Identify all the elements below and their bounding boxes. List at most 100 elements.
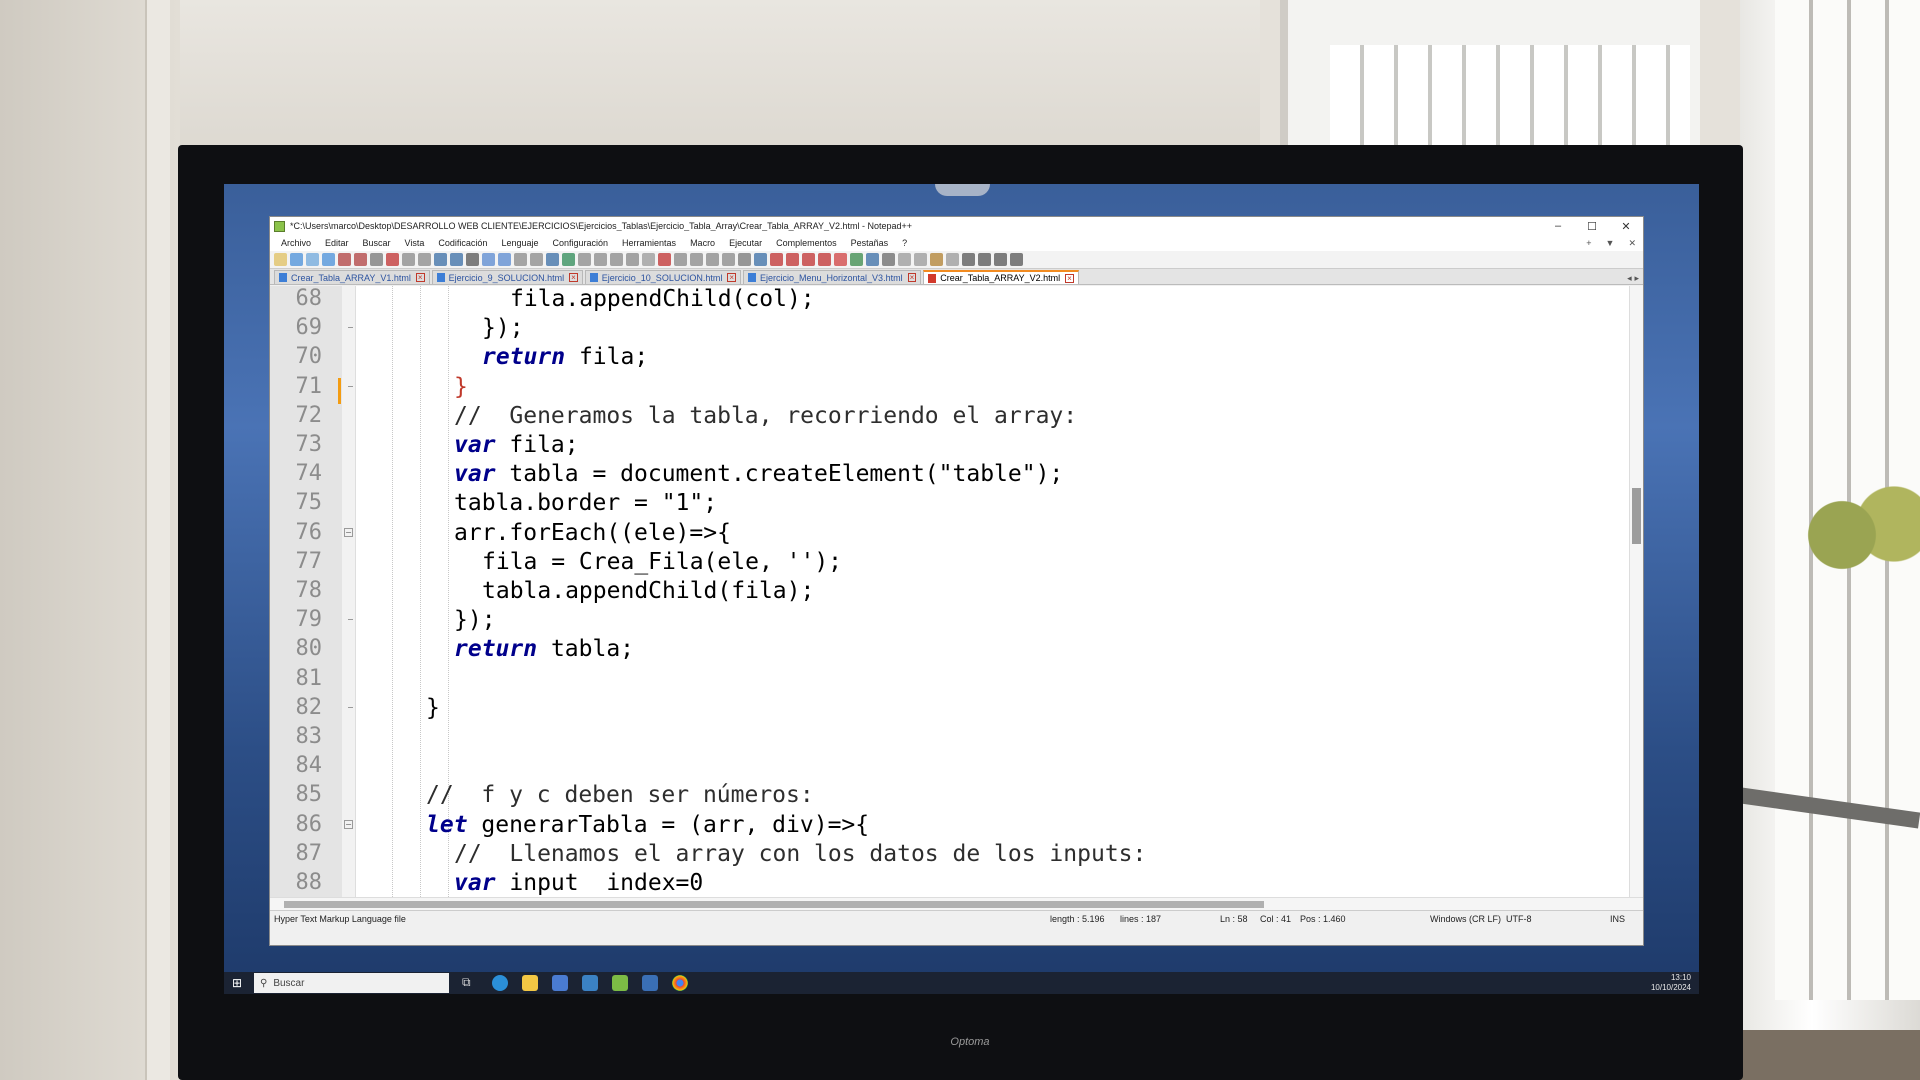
toolbar-button-icon[interactable] <box>594 253 607 266</box>
notepadpp-taskbar-icon[interactable] <box>612 975 628 991</box>
toolbar-button-icon[interactable] <box>626 253 639 266</box>
store-icon[interactable] <box>552 975 568 991</box>
toolbar-button-icon[interactable] <box>738 253 751 266</box>
toolbar-button-icon[interactable] <box>1010 253 1023 266</box>
toolbar-button-icon[interactable] <box>498 253 511 266</box>
edge-browser-icon[interactable] <box>492 975 508 991</box>
tab-file[interactable]: Ejercicio_Menu_Horizontal_V3.html × <box>743 270 922 284</box>
toolbar-button-icon[interactable] <box>402 253 415 266</box>
toolbar-button-icon[interactable] <box>754 253 767 266</box>
maximize-button[interactable]: ☐ <box>1575 220 1609 233</box>
toolbar-button-icon[interactable] <box>834 253 847 266</box>
toolbar-button-icon[interactable] <box>898 253 911 266</box>
toolbar-button-icon[interactable] <box>354 253 367 266</box>
toolbar-button-icon[interactable] <box>866 253 879 266</box>
close-button[interactable]: ✕ <box>1609 220 1643 233</box>
toolbar-button-icon[interactable] <box>978 253 991 266</box>
toolbar-button-icon[interactable] <box>466 253 479 266</box>
toolbar-button-icon[interactable] <box>658 253 671 266</box>
toolbar-button-icon[interactable] <box>770 253 783 266</box>
menu-ejecutar[interactable]: Ejecutar <box>722 238 769 248</box>
toolbar-button-icon[interactable] <box>434 253 447 266</box>
toolbar-button-icon[interactable] <box>818 253 831 266</box>
toolbar-button-icon[interactable] <box>274 253 287 266</box>
toolbar-button-icon[interactable] <box>690 253 703 266</box>
code-line: 85 // f y c deben ser números: <box>270 782 1643 812</box>
toolbar-button-icon[interactable] <box>418 253 431 266</box>
toolbar-button-icon[interactable] <box>306 253 319 266</box>
toolbar-button-icon[interactable] <box>642 253 655 266</box>
code-editor[interactable]: 68 fila.appendChild(col); 69}); 70 return fi… <box>270 286 1643 897</box>
tab-close-icon[interactable]: × <box>415 273 425 282</box>
toolbar-button-icon[interactable] <box>850 253 863 266</box>
tab-close-icon[interactable]: × <box>1065 273 1074 283</box>
new-tab-button[interactable]: + <box>1579 238 1598 248</box>
tab-close-icon[interactable]: × <box>907 273 917 282</box>
mail-icon[interactable] <box>582 975 598 991</box>
status-encoding[interactable]: UTF-8 <box>1506 914 1532 924</box>
task-view-icon[interactable]: ⧉ <box>462 975 478 991</box>
remote-app-icon[interactable] <box>642 975 658 991</box>
tab-file[interactable]: Ejercicio_10_SOLUCION.html × <box>584 270 741 284</box>
status-eol[interactable]: Windows (CR LF) <box>1430 914 1501 924</box>
vertical-scrollbar[interactable] <box>1629 286 1643 897</box>
toolbar-button-icon[interactable] <box>946 253 959 266</box>
toolbar-button-icon[interactable] <box>290 253 303 266</box>
toolbar-button-icon[interactable] <box>962 253 975 266</box>
toolbar-button-icon[interactable] <box>882 253 895 266</box>
menu-herramientas[interactable]: Herramientas <box>615 238 683 248</box>
menu-help[interactable]: ? <box>895 238 914 248</box>
toolbar-button-icon[interactable] <box>514 253 527 266</box>
toolbar-button-icon[interactable] <box>994 253 1007 266</box>
menu-macro[interactable]: Macro <box>683 238 722 248</box>
toolbar-button-icon[interactable] <box>610 253 623 266</box>
toolbar-button-icon[interactable] <box>914 253 927 266</box>
toolbar-button-icon[interactable] <box>802 253 815 266</box>
tab-list-button[interactable]: ▼ <box>1599 238 1622 248</box>
toolbar-button-icon[interactable] <box>386 253 399 266</box>
file-explorer-icon[interactable] <box>522 975 538 991</box>
vertical-scroll-thumb[interactable] <box>1632 488 1641 544</box>
horizontal-scrollbar[interactable] <box>270 897 1643 910</box>
tab-close-icon[interactable]: × <box>569 273 578 282</box>
toolbar-button-icon[interactable] <box>674 253 687 266</box>
status-insert-mode[interactable]: INS <box>1610 914 1625 924</box>
horizontal-scroll-thumb[interactable] <box>284 901 1264 908</box>
toolbar-button-icon[interactable] <box>370 253 383 266</box>
close-doc-button[interactable]: ✕ <box>1621 238 1643 249</box>
toolbar-button-icon[interactable] <box>546 253 559 266</box>
menu-editar[interactable]: Editar <box>318 238 356 248</box>
menu-bar: Archivo Editar Buscar Vista Codificación… <box>270 235 1643 251</box>
tab-file[interactable]: Crear_Tabla_ARRAY_V1.html × <box>274 270 430 284</box>
tab-file[interactable]: Ejercicio_9_SOLUCION.html × <box>431 270 583 284</box>
toolbar-button-icon[interactable] <box>482 253 495 266</box>
menu-configuracion[interactable]: Configuración <box>545 238 615 248</box>
tab-scroll-arrows[interactable]: ◂ ▸ <box>1627 274 1643 284</box>
toolbar-button-icon[interactable] <box>786 253 799 266</box>
menu-vista[interactable]: Vista <box>398 238 432 248</box>
minimize-button[interactable]: – <box>1541 220 1575 232</box>
toolbar-button-icon[interactable] <box>338 253 351 266</box>
toolbar-button-icon[interactable] <box>450 253 463 266</box>
tab-file[interactable]: Crear_Tabla_ARRAY_V2.html × <box>923 270 1079 284</box>
chrome-icon[interactable] <box>672 975 688 991</box>
windows-start-icon[interactable]: ⊞ <box>232 976 246 990</box>
menu-pestanas[interactable]: Pestañas <box>844 238 896 248</box>
toolbar-button-icon[interactable] <box>930 253 943 266</box>
menu-lenguaje[interactable]: Lenguaje <box>494 238 545 248</box>
toolbar-button-icon[interactable] <box>530 253 543 266</box>
fold-collapse-icon[interactable]: − <box>344 527 353 537</box>
toolbar-button-icon[interactable] <box>706 253 719 266</box>
toolbar-button-icon[interactable] <box>322 253 335 266</box>
taskbar-clock[interactable]: 13:10 10/10/2024 <box>1651 973 1691 993</box>
menu-codificacion[interactable]: Codificación <box>431 238 494 248</box>
toolbar-button-icon[interactable] <box>578 253 591 266</box>
fold-collapse-icon[interactable]: − <box>344 819 353 829</box>
toolbar-button-icon[interactable] <box>562 253 575 266</box>
taskbar-search[interactable]: ⚲ Buscar <box>254 973 449 993</box>
menu-buscar[interactable]: Buscar <box>356 238 398 248</box>
toolbar-button-icon[interactable] <box>722 253 735 266</box>
menu-complementos[interactable]: Complementos <box>769 238 844 248</box>
tab-close-icon[interactable]: × <box>727 273 736 282</box>
menu-archivo[interactable]: Archivo <box>274 238 318 248</box>
